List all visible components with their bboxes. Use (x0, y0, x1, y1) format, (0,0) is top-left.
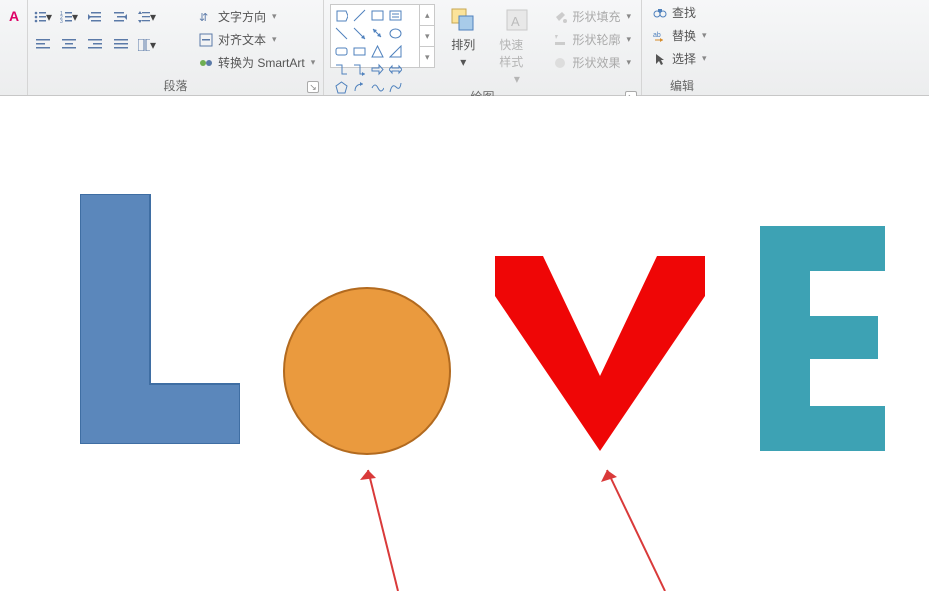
align-center-icon[interactable] (60, 36, 78, 54)
increase-indent-icon[interactable] (112, 8, 130, 26)
binoculars-icon (652, 5, 668, 21)
bucket-icon (552, 9, 568, 25)
find-button[interactable]: 查找 (648, 2, 711, 23)
replace-button[interactable]: ab 替换▾ (648, 25, 711, 46)
svg-text:3: 3 (60, 19, 63, 23)
line-spacing-icon[interactable]: ▾ (138, 8, 156, 26)
text-direction-icon: ⇵ (198, 9, 214, 25)
shape-thumb[interactable] (370, 44, 384, 58)
ribbon: A ▾ 123▾ ▾ ▾ (0, 0, 929, 96)
bullets-icon[interactable]: ▾ (34, 8, 52, 26)
select-button[interactable]: 选择▾ (648, 48, 711, 69)
shapes-gallery[interactable]: ▴▾▾ (330, 4, 435, 68)
effects-icon (552, 55, 568, 71)
shape-thumb[interactable] (334, 44, 348, 58)
find-label: 查找 (672, 4, 696, 21)
justify-icon[interactable] (112, 36, 130, 54)
smartart-icon (198, 55, 214, 71)
paragraph-bottom-row: ▾ (34, 36, 184, 54)
text-direction-label: 文字方向 (218, 8, 266, 25)
shape-effects-label: 形状效果 (572, 54, 620, 71)
shape-thumb[interactable] (352, 62, 366, 76)
font-color-icon[interactable]: A (6, 8, 22, 24)
shape-thumb[interactable] (388, 8, 402, 22)
convert-smartart-label: 转换为 SmartArt (218, 54, 305, 71)
gallery-scroll[interactable]: ▴▾▾ (419, 5, 434, 67)
group-label-editing: 编辑 (670, 79, 694, 93)
shape-thumb[interactable] (334, 62, 348, 76)
quick-styles-label: 快速样式 (499, 36, 534, 70)
shape-outline-label: 形状轮廓 (572, 31, 620, 48)
group-label-paragraph: 段落 (163, 79, 187, 93)
slide-canvas[interactable] (0, 96, 929, 591)
shape-letter-e[interactable] (760, 226, 885, 451)
paragraph-top-row: ▾ 123▾ ▾ (34, 8, 184, 26)
align-left-icon[interactable] (34, 36, 52, 54)
replace-label: 替换 (672, 27, 696, 44)
shape-letter-o[interactable] (282, 286, 452, 456)
arrange-label: 排列 (451, 36, 475, 53)
shape-thumb[interactable] (352, 44, 366, 58)
columns-icon[interactable]: ▾ (138, 36, 156, 54)
numbering-icon[interactable]: 123▾ (60, 8, 78, 26)
quick-styles-button[interactable]: A 快速样式▾ (491, 4, 542, 88)
align-text-label: 对齐文本 (218, 31, 266, 48)
quick-styles-icon: A (503, 6, 531, 34)
shape-thumb[interactable] (334, 8, 348, 22)
shape-fill-button[interactable]: 形状填充▾ (548, 6, 635, 27)
shape-thumb[interactable] (388, 44, 402, 58)
decrease-indent-icon[interactable] (86, 8, 104, 26)
shape-letter-v[interactable] (495, 256, 705, 451)
shape-thumb[interactable] (370, 8, 384, 22)
convert-smartart-button[interactable]: 转换为 SmartArt▾ (194, 52, 319, 73)
shape-thumb[interactable] (334, 26, 348, 40)
arrange-icon (449, 6, 477, 34)
shape-thumb[interactable] (388, 26, 402, 40)
pencil-icon (552, 32, 568, 48)
shape-effects-button[interactable]: 形状效果▾ (548, 52, 635, 73)
shape-fill-label: 形状填充 (572, 8, 620, 25)
cursor-icon (652, 51, 668, 67)
align-right-icon[interactable] (86, 36, 104, 54)
shape-thumb[interactable] (352, 26, 366, 40)
replace-icon: ab (652, 28, 668, 44)
shape-thumb[interactable] (352, 8, 366, 22)
align-text-icon (198, 32, 214, 48)
shape-outline-button[interactable]: 形状轮廓▾ (548, 29, 635, 50)
align-text-button[interactable]: 对齐文本▾ (194, 29, 319, 50)
dialog-launcher-paragraph[interactable]: ↘ (307, 81, 319, 93)
svg-text:A: A (511, 14, 520, 29)
text-direction-button[interactable]: ⇵ 文字方向▾ (194, 6, 319, 27)
svg-text:ab: ab (653, 32, 661, 39)
shape-thumb[interactable] (370, 26, 384, 40)
annotation-arrow (350, 458, 410, 591)
select-label: 选择 (672, 50, 696, 67)
shape-thumb[interactable] (388, 62, 402, 76)
svg-text:⇵: ⇵ (199, 12, 208, 24)
shape-thumb[interactable] (370, 62, 384, 76)
shape-letter-l[interactable] (80, 194, 240, 444)
annotation-arrow (595, 458, 675, 591)
arrange-button[interactable]: 排列▾ (441, 4, 485, 71)
